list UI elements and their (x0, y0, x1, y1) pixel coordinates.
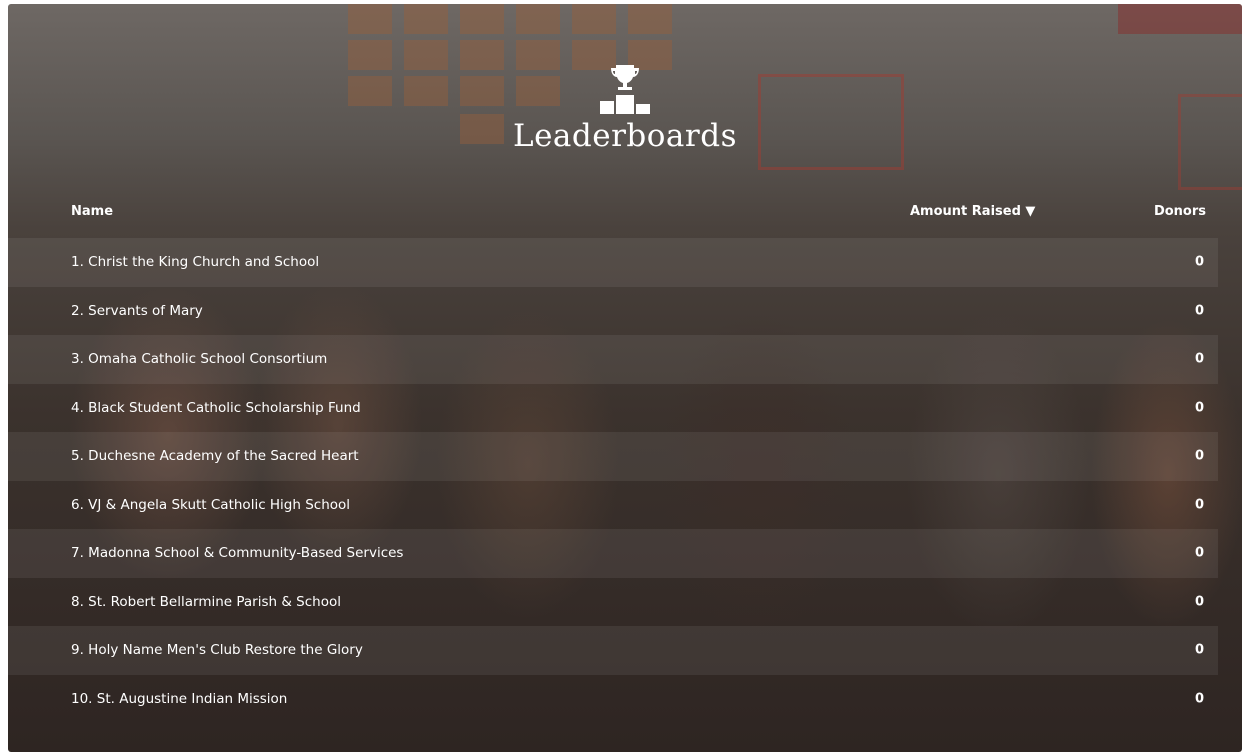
table-row[interactable]: 4. Black Student Catholic Scholarship Fu… (8, 384, 1218, 433)
row-donors: 0 (1194, 497, 1204, 513)
table-row[interactable]: 10. St. Augustine Indian Mission 0 (8, 675, 1218, 724)
row-donors: 0 (1194, 642, 1204, 658)
wall-banner (1118, 4, 1242, 34)
table-row[interactable]: 2. Servants of Mary 0 (8, 287, 1218, 336)
row-name[interactable]: 10. St. Augustine Indian Mission (71, 691, 287, 707)
trophy-podium-icon (600, 65, 650, 114)
row-name[interactable]: 1. Christ the King Church and School (71, 254, 319, 270)
row-name[interactable]: 6. VJ & Angela Skutt Catholic High Schoo… (71, 497, 350, 513)
table-row[interactable]: 5. Duchesne Academy of the Sacred Heart … (8, 432, 1218, 481)
row-donors: 0 (1194, 691, 1204, 707)
row-name[interactable]: 3. Omaha Catholic School Consortium (71, 351, 327, 367)
row-donors: 0 (1194, 351, 1204, 367)
column-header-donors[interactable]: Donors (1154, 204, 1206, 219)
table-row[interactable]: 1. Christ the King Church and School 0 (8, 238, 1218, 287)
row-donors: 0 (1194, 400, 1204, 416)
leaderboard-table: 1. Christ the King Church and School 0 2… (8, 238, 1242, 723)
row-name[interactable]: 7. Madonna School & Community-Based Serv… (71, 545, 403, 561)
row-name[interactable]: 4. Black Student Catholic Scholarship Fu… (71, 400, 361, 416)
row-donors: 0 (1194, 594, 1204, 610)
row-donors: 0 (1194, 303, 1204, 319)
row-donors: 0 (1194, 545, 1204, 561)
table-row[interactable]: 9. Holy Name Men's Club Restore the Glor… (8, 626, 1218, 675)
row-donors: 0 (1194, 448, 1204, 464)
table-row[interactable]: 7. Madonna School & Community-Based Serv… (8, 529, 1218, 578)
table-row[interactable]: 6. VJ & Angela Skutt Catholic High Schoo… (8, 481, 1218, 530)
page-title: Leaderboards (513, 118, 737, 154)
row-name[interactable]: 5. Duchesne Academy of the Sacred Heart (71, 448, 359, 464)
column-header-amount-raised[interactable]: Amount Raised ▼ (910, 204, 1035, 219)
row-name[interactable]: 9. Holy Name Men's Club Restore the Glor… (71, 642, 363, 658)
table-row[interactable]: 3. Omaha Catholic School Consortium 0 (8, 335, 1218, 384)
column-header-name[interactable]: Name (71, 204, 113, 219)
row-donors: 0 (1194, 254, 1204, 270)
leaderboard-panel: Leaderboards Name Amount Raised ▼ Donors… (8, 4, 1242, 752)
table-row[interactable]: 8. St. Robert Bellarmine Parish & School… (8, 578, 1218, 627)
leaderboard-header: Leaderboards (8, 62, 1242, 154)
row-name[interactable]: 8. St. Robert Bellarmine Parish & School (71, 594, 341, 610)
row-name[interactable]: 2. Servants of Mary (71, 303, 203, 319)
